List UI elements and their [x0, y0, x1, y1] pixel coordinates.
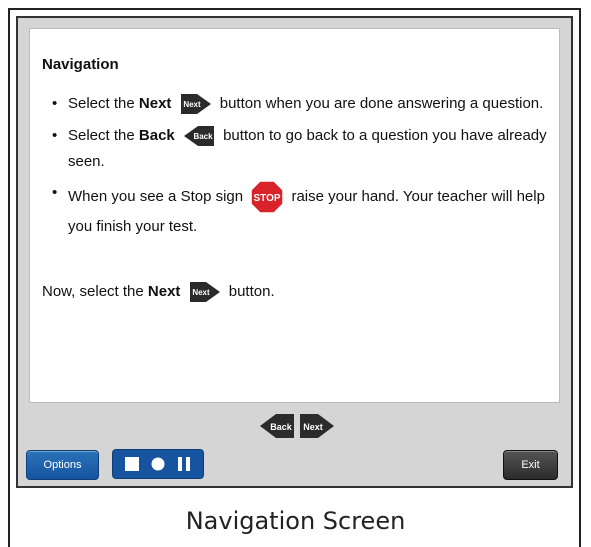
svg-text:Next: Next	[183, 100, 201, 109]
audio-controls	[112, 449, 204, 479]
bullet-bold: Back	[138, 127, 175, 145]
back-button[interactable]: Back	[258, 411, 296, 441]
pause-audio-icon[interactable]	[177, 457, 191, 471]
question-navigation: Back Next	[258, 411, 338, 445]
bullet-text: When you see a Stop sign	[68, 188, 248, 206]
svg-text:Next: Next	[303, 422, 323, 432]
next-arrow-icon: Next	[180, 94, 211, 115]
closing-instruction: Now, select the Next Next button.	[42, 279, 275, 305]
figure-caption: Navigation Screen	[185, 507, 406, 535]
stop-audio-icon[interactable]	[125, 457, 139, 471]
options-button[interactable]: Options	[26, 450, 99, 480]
exit-button[interactable]: Exit	[503, 450, 558, 480]
list-item: When you see a Stop sign STOP raise your…	[30, 180, 550, 239]
content-panel: Navigation Select the Next Next button w…	[29, 28, 560, 403]
play-audio-icon[interactable]	[151, 457, 165, 471]
next-button[interactable]: Next	[298, 411, 336, 441]
bottom-toolbar: Options Exit	[18, 446, 571, 486]
closing-text: Now, select the	[42, 282, 148, 300]
instruction-list: Select the Next Next button when you are…	[30, 91, 550, 245]
page-title: Navigation	[42, 56, 119, 73]
list-item: Select the Back Back button to go back t…	[30, 123, 550, 174]
closing-text: button.	[224, 282, 275, 300]
bullet-text: button when you are done answering a que…	[215, 95, 544, 112]
test-window: Navigation Select the Next Next button w…	[16, 16, 573, 488]
stop-sign-icon: STOP	[250, 180, 285, 214]
svg-text:Back: Back	[193, 132, 213, 141]
bullet-text: Select the	[68, 95, 139, 112]
svg-text:Next: Next	[192, 288, 210, 297]
bullet-text: Select the	[68, 127, 139, 145]
bullet-bold: Next	[138, 95, 172, 112]
list-item: Select the Next Next button when you are…	[30, 91, 550, 117]
next-arrow-icon: Next	[189, 282, 220, 302]
svg-text:STOP: STOP	[254, 193, 281, 204]
svg-text:Back: Back	[270, 422, 293, 432]
back-arrow-icon: Back	[183, 126, 214, 147]
closing-bold: Next	[147, 282, 181, 300]
